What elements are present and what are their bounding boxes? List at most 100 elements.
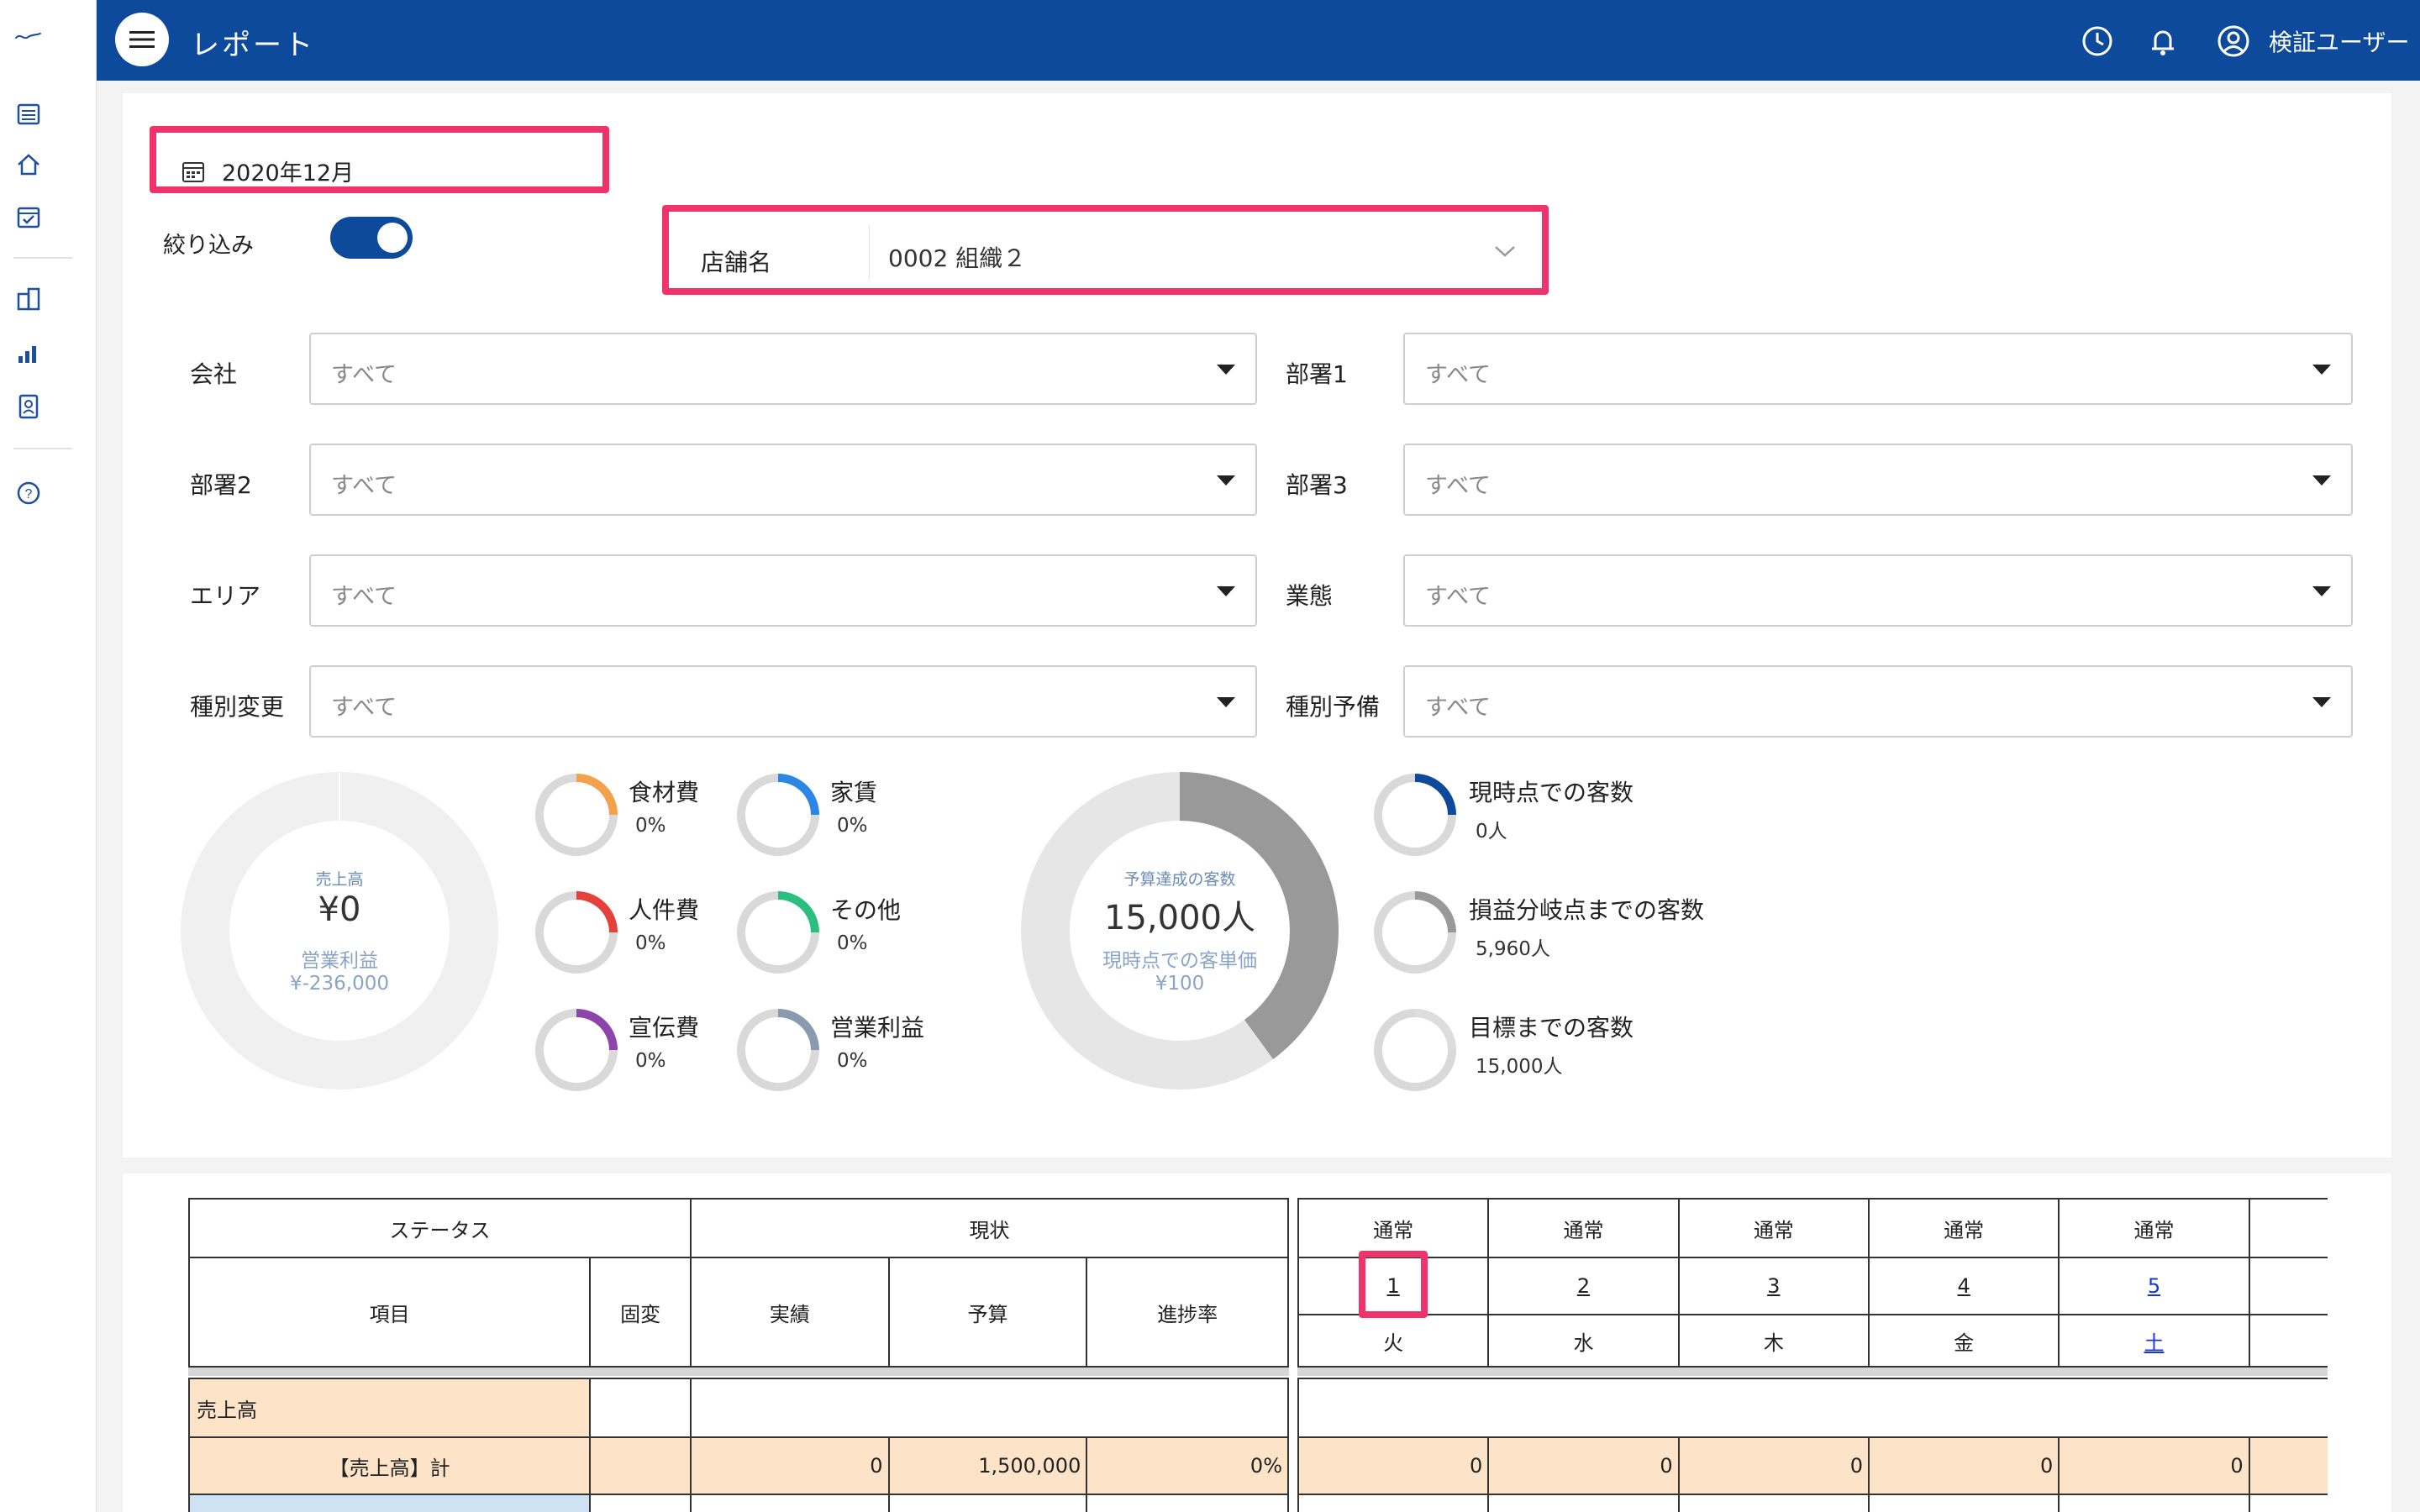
filter-label-dept1: 部署1 [1286,360,1348,388]
bar-chart-icon[interactable] [13,338,44,368]
caret-down-icon [2312,365,2331,375]
day-type-header: 通常 [2058,1198,2250,1258]
caret-down-icon [2312,475,2331,486]
day-link-2[interactable]: 2 [1577,1274,1590,1298]
filter-label-type-reserve: 種別予備 [1286,693,1381,721]
sales-total-actual: 0 [689,1436,890,1495]
user-name[interactable]: 検証ユーザー [2269,24,2409,58]
building-icon[interactable] [13,284,44,314]
day-link-4[interactable]: 4 [1958,1274,1970,1298]
day-sales-value: 0 [1297,1436,1490,1495]
current-header: 現状 [690,1198,1289,1258]
cost-ratio-value: 0% [837,932,868,954]
cost-ratio-donut [737,1009,819,1091]
cost-ratio-name: 宣伝費 [629,1014,700,1042]
rail-divider [13,448,72,449]
day-table-body: 00000 [1297,1378,2328,1512]
badge-icon[interactable] [13,391,44,422]
user-account-icon[interactable] [2216,24,2251,59]
list-icon[interactable] [13,99,44,129]
day-type-header: 通常 [1677,1198,1870,1258]
filter-select-dept2[interactable]: すべて [309,444,1257,516]
cost-ratio-name: その他 [830,896,902,924]
filter-select-dept1[interactable]: すべて [1403,333,2353,405]
store-select[interactable]: 0002 組織２ [869,225,1538,281]
store-label: 店舗名 [701,249,772,276]
bell-icon[interactable] [2145,24,2181,59]
select-value: すべて [331,695,397,721]
cost-ratio-item: その他 0% [734,889,936,981]
actual-header: 実績 [690,1257,890,1368]
cost-ratio-name: 営業利益 [830,1014,925,1042]
menu-button[interactable] [115,13,169,66]
cost-ratio-donut [737,774,819,856]
narrow-toggle[interactable] [330,217,413,259]
filter-select-area[interactable]: すべて [309,554,1257,627]
filter-select-type-change[interactable]: すべて [309,665,1257,738]
customer-count-value: 15,000人 [1476,1056,1563,1078]
history-icon[interactable] [2080,24,2115,59]
caret-down-icon [1217,475,1235,486]
filter-label-dept2: 部署2 [190,471,252,499]
filter-label-dept3: 部署3 [1286,471,1348,499]
cost-ratio-value: 0% [837,1050,868,1072]
day-link-3[interactable]: 3 [1767,1274,1780,1298]
rail-divider [13,257,72,259]
cost-ratio-donut [535,891,618,974]
cost-ratio-item: 営業利益 0% [734,1006,936,1099]
day-link-5[interactable]: 5 [2148,1274,2160,1298]
select-value: すべて [331,473,397,499]
section-sales: 売上高 [187,1378,592,1438]
customer-count-donut [1374,891,1456,974]
select-value: すべて [331,584,397,610]
help-icon[interactable]: ? [13,478,44,508]
table-separator [188,1368,1289,1376]
hamburger-icon [129,31,155,48]
item-header: 項目 [187,1257,592,1368]
cost-ratio-donut [535,1009,618,1091]
customer-count-name: 目標までの客数 [1469,1014,1634,1042]
day-number-cell: 5 [2058,1257,2250,1315]
filter-select-dept3[interactable]: すべて [1403,444,2353,516]
select-value: すべて [1425,584,1491,610]
day-of-week: 水 [1487,1314,1680,1368]
budget-header: 予算 [887,1257,1088,1368]
cost-ratio-item: 宣伝費 0% [533,1006,734,1099]
report-table-left-body: 売上高 【売上高】計 0 1,500,000 0% [187,1378,1290,1512]
home-icon[interactable] [13,150,44,180]
cost-ratio-value: 0% [635,815,666,837]
store-filter: 店舗名 0002 組織２ [662,205,1549,295]
op-profit-value: ¥-236,000 [289,973,390,995]
cost-ratio-value: 0% [635,1050,666,1072]
calendar-check-icon[interactable] [13,202,44,232]
filter-select-type-reserve[interactable]: すべて [1403,665,2353,738]
op-profit-label: 営業利益 [301,950,378,972]
day-sales-value: 0 [1677,1436,1870,1495]
customers-value: 15,000人 [1104,899,1255,937]
customer-count-value: 5,960人 [1476,938,1550,960]
filter-label-area: エリア [190,582,261,610]
brand-logo-icon [13,20,72,50]
day-type-header: 通常 [1487,1198,1680,1258]
cost-ratio-donut [535,774,618,856]
status-header: ステータス [187,1198,692,1258]
caret-down-icon [1217,697,1235,707]
caret-down-icon [2312,697,2331,707]
day-type-header: 通 [2248,1198,2328,1258]
cost-ratio-name: 食材費 [629,779,700,806]
cost-ratio-value: 0% [837,815,868,837]
filter-select-business-type[interactable]: すべて [1403,554,2353,627]
cost-ratio-name: 人件費 [629,896,700,924]
customer-count-value: 0人 [1476,821,1507,843]
day-sales-value: 0 [1867,1436,2060,1495]
day-number-cell: 4 [1867,1257,2060,1315]
filter-select-company[interactable]: すべて [309,333,1257,405]
customer-count-donut [1374,774,1456,856]
toggle-knob [377,223,408,253]
cost-ratio-value: 0% [635,932,666,954]
sales-total-label: 【売上高】計 [187,1436,592,1495]
day-table-head: 通常通常通常通常通常通12345火水木金土 [1297,1198,2328,1368]
cost-ratio-item: 食材費 0% [533,771,734,864]
unit-price-label: 現時点での客単価 [1102,950,1257,972]
month-picker[interactable]: 2020年12月 [150,126,609,193]
